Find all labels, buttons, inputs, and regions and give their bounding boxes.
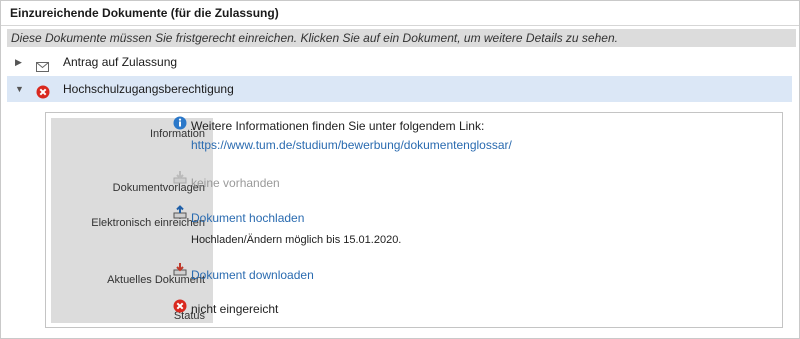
document-label[interactable]: Antrag auf Zulassung: [63, 49, 177, 75]
expand-arrow-icon[interactable]: ▶: [15, 49, 22, 75]
error-icon: [173, 299, 187, 316]
upload-deadline-note: Hochladen/Ändern möglich bis 15.01.2020.: [191, 234, 402, 246]
information-text: Weitere Informationen finden Sie unter f…: [191, 119, 485, 133]
glossary-link[interactable]: https://www.tum.de/studium/bewerbung/dok…: [191, 138, 512, 152]
document-label[interactable]: Hochschulzugangsberechtigung: [63, 76, 234, 102]
download-document-link[interactable]: Dokument downloaden: [191, 268, 314, 282]
collapse-arrow-icon[interactable]: ▼: [15, 76, 24, 102]
panel-title: Einzureichende Dokumente (für die Zulass…: [1, 1, 799, 26]
error-icon: [36, 82, 50, 108]
download-icon: [173, 262, 187, 279]
document-row-antrag[interactable]: ▶ Antrag auf Zulassung: [7, 49, 792, 75]
upload-icon: [173, 205, 187, 222]
download-disabled-icon: [173, 170, 187, 187]
templates-value: keine vorhanden: [191, 176, 280, 190]
info-icon: [173, 116, 187, 133]
document-row-hochschulzugangsberechtigung[interactable]: ▼ Hochschulzugangsberechtigung: [7, 76, 792, 102]
instructions-bar: Diese Dokumente müssen Sie fristgerecht …: [7, 29, 796, 47]
upload-document-link[interactable]: Dokument hochladen: [191, 211, 304, 225]
document-detail-box: Information Dokumentvorlagen Elektronisc…: [45, 112, 783, 328]
documents-panel: Einzureichende Dokumente (für die Zulass…: [0, 0, 800, 339]
upload-label: Elektronisch einreichen: [91, 217, 205, 229]
detail-label-column: Information Dokumentvorlagen Elektronisc…: [51, 118, 213, 323]
status-value: nicht eingereicht: [191, 302, 279, 316]
